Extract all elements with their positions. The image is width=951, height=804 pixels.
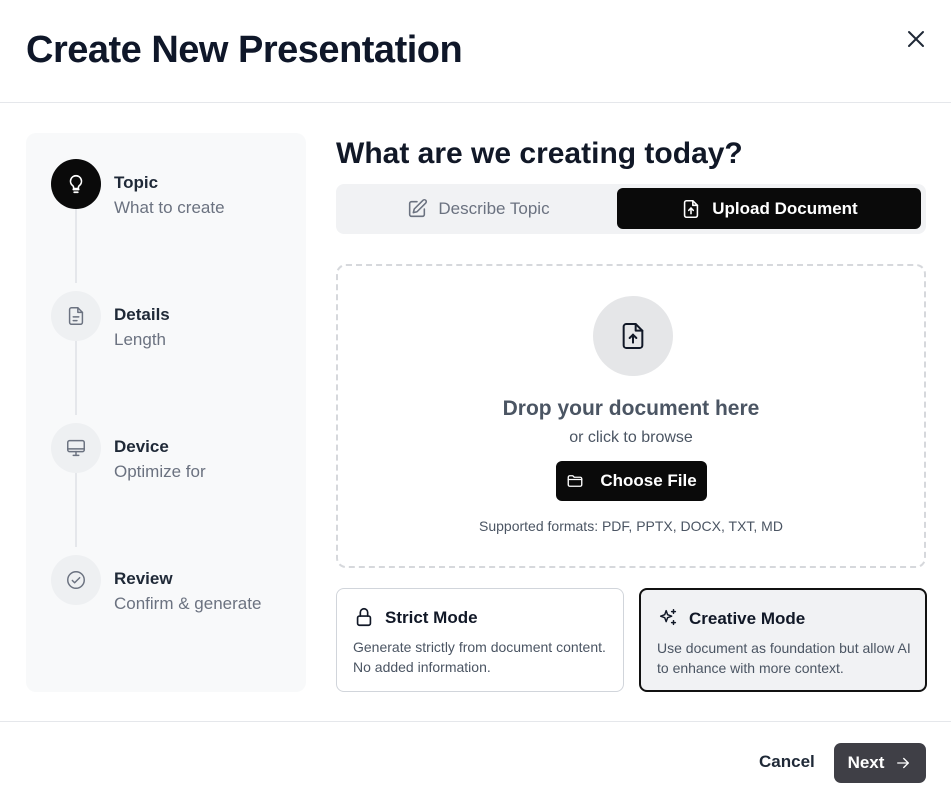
step-subtitle: What to create — [114, 198, 225, 217]
pencil-icon — [409, 198, 428, 217]
step-details[interactable]: Details Length — [51, 291, 301, 351]
creative-mode-card[interactable]: Creative Mode Use document as foundation… — [639, 588, 927, 692]
tab-label: Describe Topic — [438, 198, 550, 218]
arrow-right-icon — [897, 757, 910, 769]
mode-description: Generate strictly from document content.… — [353, 639, 606, 675]
file-upload-icon — [684, 199, 699, 218]
step-subtitle: Confirm & generate — [114, 594, 262, 613]
lock-icon — [356, 607, 372, 627]
lightbulb-icon — [69, 174, 83, 194]
next-label: Next — [847, 753, 885, 772]
folder-icon — [567, 475, 583, 487]
tab-upload-document[interactable]: Upload Document — [617, 188, 921, 229]
file-dropzone[interactable]: Drop your document here or click to brow… — [336, 264, 926, 568]
step-device-badge — [51, 423, 101, 473]
step-subtitle: Length — [114, 330, 166, 349]
step-title: Device — [114, 437, 169, 456]
supported-formats: Supported formats: PDF, PPTX, DOCX, TXT,… — [479, 518, 783, 534]
upload-badge — [593, 296, 673, 376]
choose-file-label: Choose File — [600, 471, 697, 490]
steps-sidebar: Topic What to create Details Length Devi… — [26, 133, 306, 692]
step-topic-badge — [51, 159, 101, 209]
close-button[interactable] — [902, 25, 930, 53]
document-icon — [68, 307, 84, 325]
choose-file-button[interactable]: Choose File — [556, 461, 707, 501]
close-icon — [908, 31, 924, 47]
dialog-footer: Cancel Next — [0, 721, 951, 804]
tab-describe-topic[interactable]: Describe Topic — [340, 188, 616, 229]
mode-title: Strict Mode — [385, 608, 478, 627]
sparkles-icon — [659, 609, 677, 626]
step-connector — [75, 473, 77, 547]
file-upload-icon — [622, 323, 644, 349]
step-connector — [75, 341, 77, 415]
dropzone-title: Drop your document here — [502, 397, 760, 420]
main-heading: What are we creating today? — [336, 137, 743, 170]
mode-description: Use document as foundation but allow AI … — [657, 640, 911, 676]
step-title: Topic — [114, 173, 159, 192]
monitor-icon — [67, 439, 85, 457]
input-mode-tabs: Describe Topic Upload Document — [336, 184, 926, 234]
step-subtitle: Optimize for — [114, 462, 206, 481]
check-circle-icon — [67, 571, 85, 589]
step-title: Review — [114, 569, 173, 588]
step-connector — [75, 209, 77, 283]
dialog-header: Create New Presentation — [0, 0, 951, 103]
next-button[interactable]: Next — [834, 743, 926, 783]
step-device[interactable]: Device Optimize for — [51, 423, 301, 483]
tab-label: Upload Document — [712, 198, 858, 218]
cancel-button[interactable]: Cancel — [759, 752, 815, 772]
step-review-badge — [51, 555, 101, 605]
step-title: Details — [114, 305, 170, 324]
dropzone-subtitle: or click to browse — [569, 429, 693, 446]
step-review[interactable]: Review Confirm & generate — [51, 555, 301, 615]
mode-title: Creative Mode — [689, 609, 806, 628]
step-details-badge — [51, 291, 101, 341]
strict-mode-card[interactable]: Strict Mode Generate strictly from docum… — [336, 588, 624, 692]
step-topic[interactable]: Topic What to create — [51, 159, 301, 219]
dialog-title: Create New Presentation — [26, 29, 463, 71]
